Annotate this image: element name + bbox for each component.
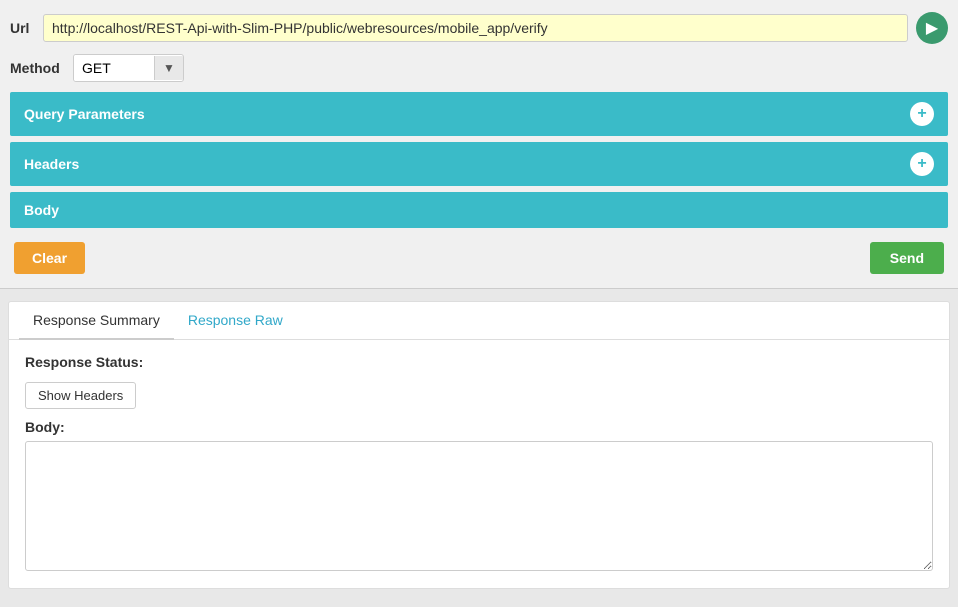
clear-button[interactable]: Clear xyxy=(14,242,85,274)
response-body-textarea[interactable] xyxy=(25,441,933,571)
method-select[interactable]: GET POST PUT DELETE PATCH xyxy=(74,55,154,81)
go-icon: ▶ xyxy=(926,18,938,38)
url-row: Url ▶ xyxy=(10,12,948,44)
response-content: Response Status: Show Headers Body: xyxy=(9,340,949,588)
url-input[interactable] xyxy=(43,14,908,42)
bottom-panel: Response Summary Response Raw Response S… xyxy=(8,301,950,589)
method-select-wrapper: GET POST PUT DELETE PATCH ▼ xyxy=(73,54,184,82)
method-row: Method GET POST PUT DELETE PATCH ▼ xyxy=(10,54,948,82)
send-button[interactable]: Send xyxy=(870,242,944,274)
tabs-row: Response Summary Response Raw xyxy=(9,302,949,340)
top-panel: Url ▶ Method GET POST PUT DELETE PATCH ▼… xyxy=(0,0,958,289)
method-label: Method xyxy=(10,60,65,76)
body-label: Body xyxy=(24,202,59,218)
query-parameters-label: Query Parameters xyxy=(24,106,145,122)
response-body-label: Body: xyxy=(25,419,933,435)
url-label: Url xyxy=(10,20,35,36)
body-section: Body xyxy=(10,192,948,228)
response-status-row: Response Status: xyxy=(25,354,933,370)
url-go-button[interactable]: ▶ xyxy=(916,12,948,44)
headers-section: Headers + xyxy=(10,142,948,186)
headers-add-button[interactable]: + xyxy=(910,152,934,176)
query-parameters-section: Query Parameters + xyxy=(10,92,948,136)
query-parameters-add-button[interactable]: + xyxy=(910,102,934,126)
method-dropdown-button[interactable]: ▼ xyxy=(154,56,183,80)
action-row: Clear Send xyxy=(10,234,948,278)
headers-label: Headers xyxy=(24,156,79,172)
response-status-label: Response Status: xyxy=(25,354,143,370)
show-headers-button[interactable]: Show Headers xyxy=(25,382,136,409)
tab-response-raw[interactable]: Response Raw xyxy=(174,302,297,340)
tab-response-summary[interactable]: Response Summary xyxy=(19,302,174,340)
